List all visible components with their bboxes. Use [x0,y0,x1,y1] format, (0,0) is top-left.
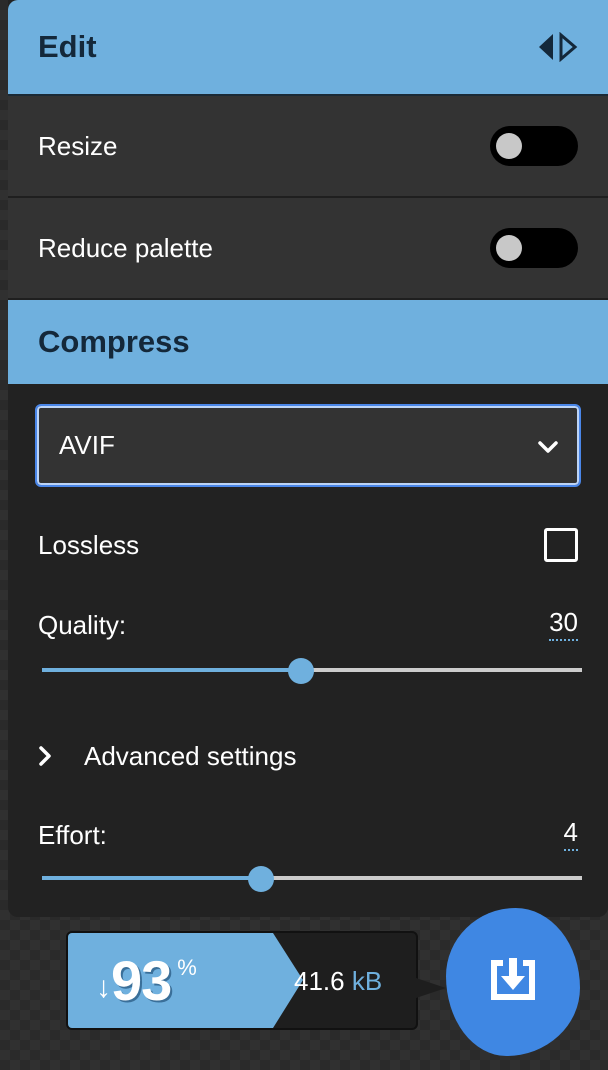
lossless-checkbox[interactable] [544,528,578,562]
left-right-triangles-icon[interactable] [536,32,578,62]
quality-slider[interactable] [42,655,582,685]
format-selected-value: AVIF [59,430,115,460]
lossless-label: Lossless [38,529,140,560]
effort-value[interactable]: 4 [563,817,578,851]
resize-label: Resize [38,130,118,161]
slider-thumb[interactable] [247,866,274,892]
compress-title: Compress [38,324,190,359]
quality-value[interactable]: 30 [549,607,578,641]
effort-slider[interactable] [42,863,582,893]
chevron-right-icon [38,745,52,767]
output-size-value: 41.6 [294,966,345,996]
reduce-palette-label: Reduce palette [38,232,213,263]
slider-fill [42,876,261,880]
resize-row[interactable]: Resize [8,96,608,198]
reduction-percent: 93 [111,949,172,1012]
reduce-palette-toggle[interactable] [490,228,578,268]
edit-header: Edit [8,0,608,96]
compress-header: Compress [8,300,608,384]
output-size: 41.6 kB [294,966,382,997]
resize-toggle[interactable] [490,126,578,166]
advanced-settings-toggle[interactable]: Advanced settings [8,731,608,781]
size-reduction-badge: ↓ 93 % [68,933,303,1028]
results-pointer [416,978,446,998]
quality-label: Quality: [38,610,127,640]
edit-title: Edit [38,29,97,64]
effort-row: Effort: 4 [8,811,608,851]
advanced-settings-label: Advanced settings [84,740,297,771]
down-arrow-icon: ↓ [96,970,111,1004]
options-panel: Edit Resize Reduce palette Compress AVIF [8,0,608,917]
output-size-unit: kB [351,966,383,996]
toggle-knob [496,235,522,261]
chevron-down-icon [537,430,559,461]
effort-label: Effort: [38,820,107,850]
percent-sign: % [177,955,197,980]
toggle-knob [496,133,522,159]
quality-row: Quality: 30 [8,601,608,641]
slider-fill [42,668,302,672]
results-box: ↓ 93 % 41.6 kB [66,931,418,1030]
reduce-palette-row[interactable]: Reduce palette [8,198,608,300]
download-icon [485,952,541,1013]
download-button[interactable] [446,908,580,1056]
format-select[interactable]: AVIF [35,404,581,487]
lossless-row[interactable]: Lossless [8,517,608,573]
slider-thumb[interactable] [288,658,315,684]
